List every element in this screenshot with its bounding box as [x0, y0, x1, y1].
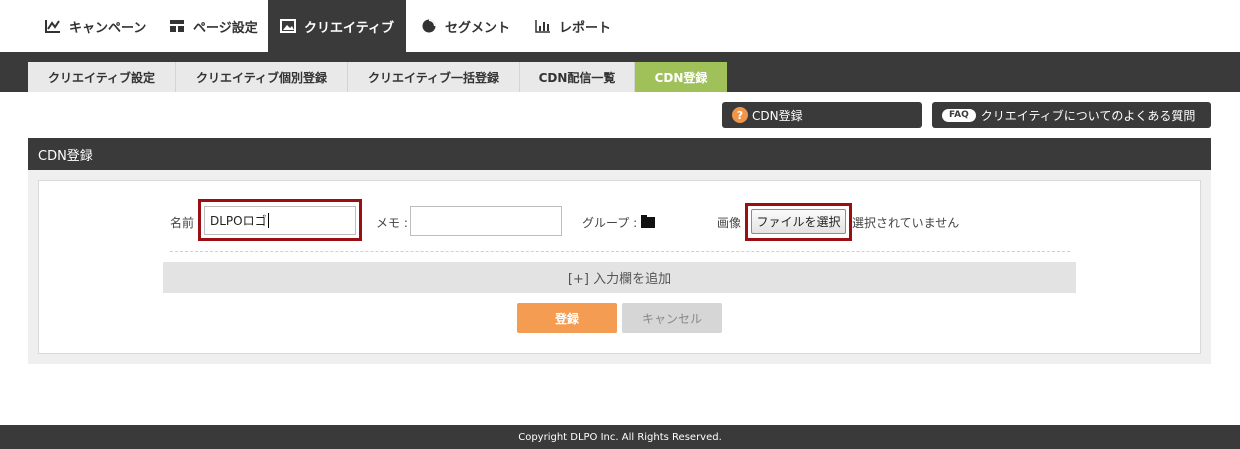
- image-icon: [280, 19, 297, 33]
- sub-navigation: クリエイティブ設定 クリエイティブ個別登録 クリエイティブ一括登録 CDN配信一…: [0, 52, 1240, 92]
- faq-label: クリエイティブについてのよくある質問: [980, 108, 1196, 123]
- tab-segment[interactable]: セグメント: [421, 0, 521, 52]
- submit-button[interactable]: 登録: [517, 303, 617, 333]
- tab-page-settings[interactable]: ページ設定: [169, 0, 269, 52]
- tab-campaign-label: キャンペーン: [69, 20, 147, 36]
- image-label: 画像: [717, 216, 742, 230]
- copyright-text: Copyright DLPO Inc. All Rights Reserved.: [518, 431, 722, 443]
- subtab-creative-bulk[interactable]: クリエイティブ一括登録: [348, 62, 520, 92]
- folder-icon[interactable]: [641, 215, 655, 228]
- name-label: 名前: [170, 216, 195, 230]
- tab-campaign[interactable]: キャンペーン: [45, 0, 155, 52]
- file-status: 選択されていません: [852, 216, 960, 230]
- choose-file-label: ファイルを選択: [756, 215, 841, 229]
- text-cursor: [267, 213, 269, 228]
- subtab-creative-individual-label: クリエイティブ個別登録: [195, 70, 328, 85]
- subtab-cdn-list[interactable]: CDN配信一覧: [520, 62, 635, 92]
- panel-header: CDN登録: [28, 138, 1211, 170]
- faq-badge: FAQ: [942, 108, 976, 122]
- faq-button[interactable]: FAQ クリエイティブについてのよくある質問: [932, 102, 1211, 128]
- submit-label: 登録: [554, 311, 579, 326]
- subtab-creative-bulk-label: クリエイティブ一括登録: [367, 70, 500, 85]
- tab-creative[interactable]: クリエイティブ: [268, 0, 406, 52]
- cancel-label: キャンセル: [641, 311, 702, 326]
- panel-title: CDN登録: [38, 148, 93, 164]
- tab-report[interactable]: レポート: [535, 0, 625, 52]
- memo-label: メモ :: [376, 216, 408, 230]
- subtab-cdn-register-label: CDN登録: [654, 70, 708, 85]
- tab-page-settings-label: ページ設定: [193, 20, 258, 36]
- cancel-button[interactable]: キャンセル: [622, 303, 722, 333]
- subtab-cdn-register[interactable]: CDN登録: [635, 62, 727, 92]
- bar-chart-icon: [535, 19, 551, 33]
- cdn-help-label: CDN登録: [752, 108, 803, 123]
- subtab-creative-individual[interactable]: クリエイティブ個別登録: [176, 62, 348, 92]
- add-row-label: [+] 入力欄を追加: [567, 272, 672, 287]
- subtab-cdn-list-label: CDN配信一覧: [538, 70, 616, 85]
- cdn-help-button[interactable]: ? CDN登録: [722, 102, 922, 128]
- name-input-value: DLPOロゴ: [210, 214, 267, 228]
- subtab-creative-settings[interactable]: クリエイティブ設定: [28, 62, 176, 92]
- top-navigation: キャンペーン ページ設定 クリエイティブ セグメント レポート: [0, 0, 1240, 52]
- add-row-button[interactable]: [+] 入力欄を追加: [163, 262, 1076, 293]
- tab-report-label: レポート: [559, 20, 612, 36]
- question-icon: ?: [732, 107, 748, 123]
- subtab-creative-settings-label: クリエイティブ設定: [47, 70, 156, 85]
- divider: [170, 251, 1070, 252]
- memo-input[interactable]: [410, 206, 562, 236]
- pie-chart-icon: [421, 19, 437, 33]
- page-layout-icon: [169, 19, 185, 33]
- group-label: グループ :: [582, 216, 638, 230]
- tab-segment-label: セグメント: [445, 20, 511, 36]
- choose-file-button[interactable]: ファイルを選択: [751, 209, 846, 234]
- campaign-icon: [45, 19, 61, 33]
- name-input[interactable]: DLPOロゴ: [204, 206, 356, 235]
- tab-creative-label: クリエイティブ: [304, 20, 394, 36]
- footer: Copyright DLPO Inc. All Rights Reserved.: [0, 425, 1240, 449]
